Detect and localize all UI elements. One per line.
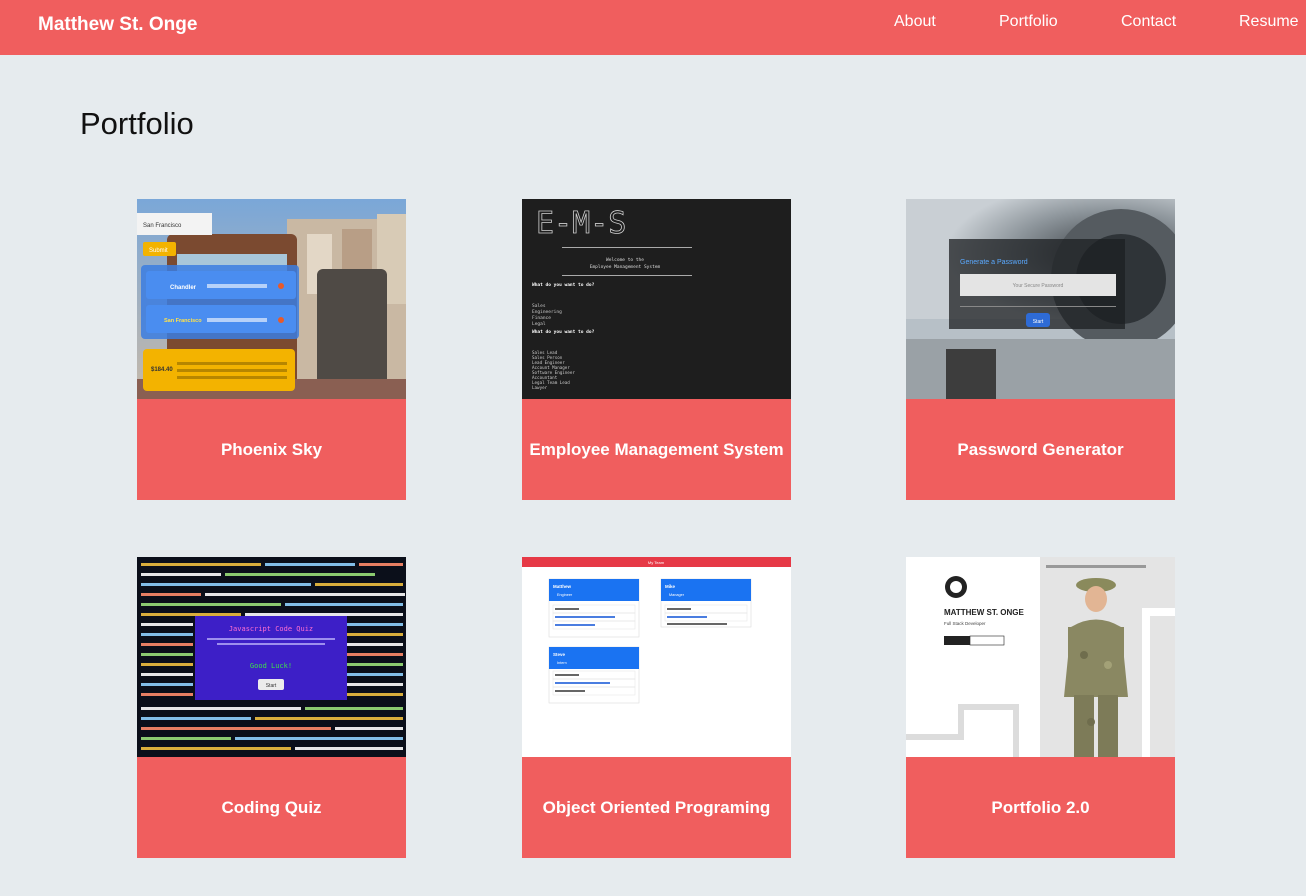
- brand-link[interactable]: Matthew St. Onge: [38, 14, 197, 36]
- preview-row-text: San Francisco: [164, 318, 202, 324]
- preview-prompt-text: What do you want to do?: [532, 329, 595, 335]
- project-caption: Employee Management System: [522, 399, 791, 500]
- preview-member-role: Manager: [669, 593, 685, 597]
- nav-link-contact[interactable]: Contact: [1121, 13, 1176, 31]
- preview-member-name: Mike: [665, 584, 676, 589]
- preview-department-text: Legal: [532, 321, 546, 327]
- preview-row-text: Chandler: [170, 285, 197, 291]
- navbar: Matthew St. Onge About Portfolio Contact…: [0, 0, 1306, 55]
- preview-name-text: MATTHEW ST. ONGE: [944, 608, 1025, 617]
- project-card-coding-quiz[interactable]: Javascript Code Quiz Good Luck! Start Co…: [137, 557, 406, 858]
- project-thumbnail: Generate a Password Your Secure Password…: [906, 199, 1175, 399]
- preview-subtitle-text: Employee Management System: [590, 264, 661, 270]
- preview-prompt-text: What do you want to do?: [532, 282, 595, 288]
- project-thumbnail: My Team Matthew Engineer Mike Manager St…: [522, 557, 791, 757]
- preview-member-role: Intern: [557, 661, 567, 665]
- project-card-object-oriented-programing[interactable]: My Team Matthew Engineer Mike Manager St…: [522, 557, 791, 858]
- project-title: Portfolio 2.0: [991, 797, 1090, 817]
- nav-link-about[interactable]: About: [894, 13, 936, 31]
- preview-department-text: Sales: [532, 303, 546, 309]
- project-caption: Portfolio 2.0: [906, 757, 1175, 858]
- preview-search-text: San Francisco: [143, 223, 182, 229]
- project-thumbnail: MATTHEW ST. ONGE Full Stack Developer: [906, 557, 1175, 757]
- preview-price-text: $184.40: [151, 367, 173, 373]
- preview-welcome-text: Welcome to the: [606, 257, 644, 263]
- project-card-phoenix-sky[interactable]: San Francisco Submit Chandler San Franci…: [137, 199, 406, 500]
- preview-member-name: Steve: [553, 652, 566, 657]
- page-title: Portfolio: [80, 106, 194, 141]
- project-thumbnail: E-M-S Welcome to the Employee Management…: [522, 199, 791, 399]
- preview-department-text: Finance: [532, 315, 551, 321]
- project-card-portfolio-2[interactable]: MATTHEW ST. ONGE Full Stack Developer Po…: [906, 557, 1175, 858]
- project-caption: Coding Quiz: [137, 757, 406, 858]
- project-caption: Phoenix Sky: [137, 399, 406, 500]
- preview-role-text: Lawyer: [532, 385, 548, 390]
- project-title: Coding Quiz: [221, 797, 322, 817]
- project-title: Employee Management System: [529, 439, 784, 459]
- preview-button-text: Start: [1033, 319, 1044, 325]
- preview-submit-text: Submit: [149, 248, 168, 254]
- project-caption: Object Oriented Programing: [522, 757, 791, 858]
- preview-banner-text: E-M-S: [536, 206, 626, 241]
- nav-link-portfolio[interactable]: Portfolio: [999, 13, 1058, 31]
- project-thumbnail: Javascript Code Quiz Good Luck! Start: [137, 557, 406, 757]
- project-title: Phoenix Sky: [220, 439, 323, 459]
- nav-link-resume[interactable]: Resume: [1239, 13, 1299, 31]
- preview-placeholder-text: Your Secure Password: [1013, 283, 1064, 289]
- project-title: Object Oriented Programing: [542, 797, 771, 817]
- project-card-password-generator[interactable]: Generate a Password Your Secure Password…: [906, 199, 1175, 500]
- project-card-employee-management-system[interactable]: E-M-S Welcome to the Employee Management…: [522, 199, 791, 500]
- project-caption: Password Generator: [906, 399, 1175, 500]
- preview-subtitle-text: Full Stack Developer: [944, 621, 986, 626]
- preview-luck-text: Good Luck!: [250, 662, 292, 670]
- preview-member-role: Engineer: [557, 593, 573, 597]
- preview-member-name: Matthew: [553, 584, 571, 589]
- preview-department-text: Engineering: [532, 309, 562, 315]
- preview-button-text: Start: [266, 683, 277, 689]
- preview-heading-text: Javascript Code Quiz: [229, 625, 313, 633]
- preview-heading-text: Generate a Password: [960, 259, 1028, 266]
- project-thumbnail: San Francisco Submit Chandler San Franci…: [137, 199, 406, 399]
- preview-header-text: My Team: [648, 560, 665, 565]
- project-title: Password Generator: [957, 439, 1124, 459]
